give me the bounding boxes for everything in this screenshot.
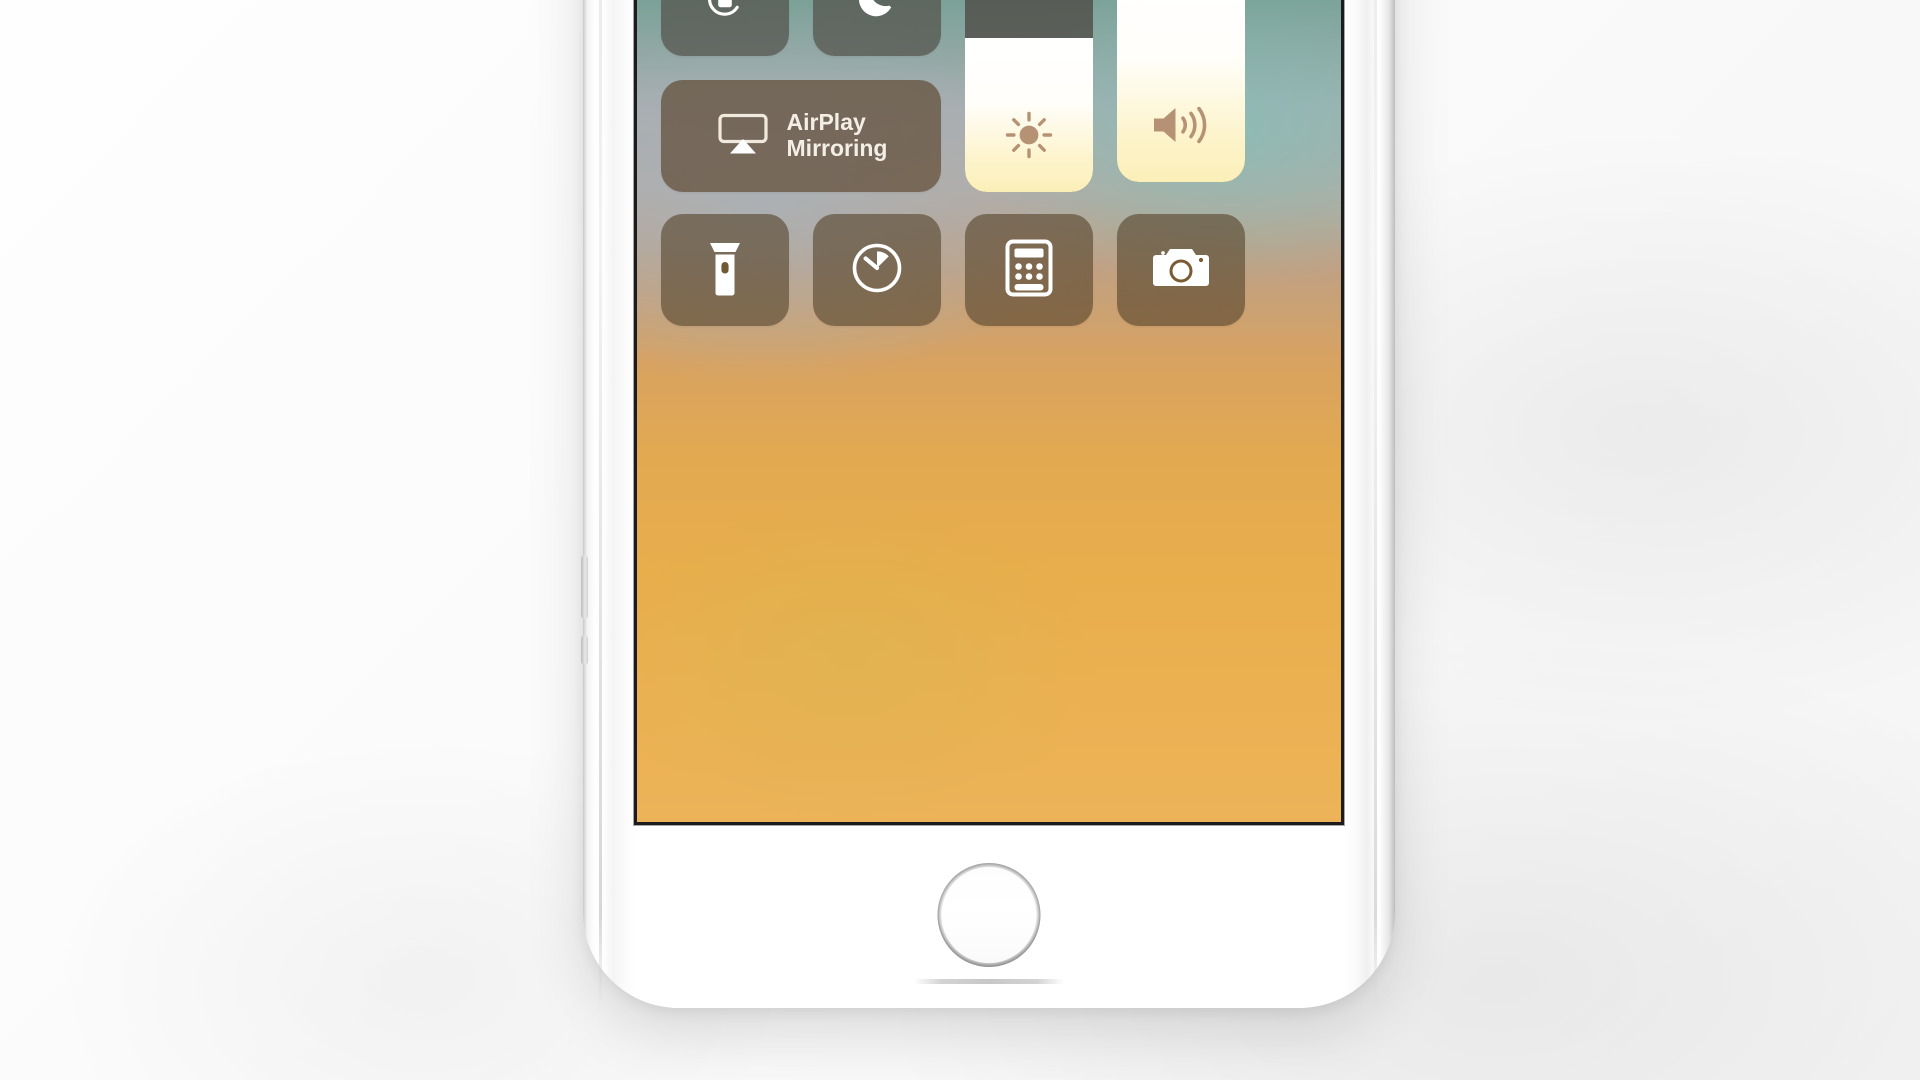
volume-up-button[interactable] (581, 635, 588, 665)
volume-icon (1117, 96, 1245, 154)
calculator-tile[interactable] (965, 214, 1093, 326)
camera-icon (1150, 242, 1212, 299)
screenshot-canvas: Green Light Lorde (0, 0, 1920, 1080)
bezel-highlight-right (1374, 0, 1377, 1008)
volume-slider-fill (1117, 0, 1245, 182)
speaker-grille (914, 979, 1064, 984)
rotation-lock-icon (697, 0, 753, 31)
control-center-row-bottom (661, 214, 1317, 326)
calculator-icon (1005, 239, 1053, 302)
brightness-slider[interactable] (965, 0, 1093, 192)
flashlight-tile[interactable] (661, 214, 789, 326)
toggles-and-airplay-column: AirPlay Mirroring (661, 0, 941, 192)
flashlight-icon (702, 238, 748, 303)
airplay-icon (715, 111, 771, 162)
camera-tile[interactable] (1117, 214, 1245, 326)
do-not-disturb-tile[interactable] (813, 0, 941, 56)
orientation-lock-tile[interactable] (661, 0, 789, 56)
volume-slider[interactable] (1117, 0, 1245, 182)
brightness-icon (965, 106, 1093, 164)
quick-toggles-row (661, 0, 941, 56)
control-center-panel: Green Light Lorde (637, 0, 1341, 326)
moon-icon (851, 0, 903, 29)
airplay-mirroring-tile[interactable]: AirPlay Mirroring (661, 80, 941, 192)
iphone-device: Green Light Lorde (581, 0, 1395, 1008)
timer-icon (848, 239, 906, 302)
timer-tile[interactable] (813, 214, 941, 326)
volume-down-button[interactable] (581, 555, 588, 619)
device-screen: Green Light Lorde (637, 0, 1341, 822)
airplay-mirroring-label: AirPlay Mirroring (786, 109, 888, 161)
home-button[interactable] (937, 863, 1041, 967)
control-center-row-middle: AirPlay Mirroring (661, 0, 1317, 192)
bezel-highlight-left (599, 0, 602, 1008)
